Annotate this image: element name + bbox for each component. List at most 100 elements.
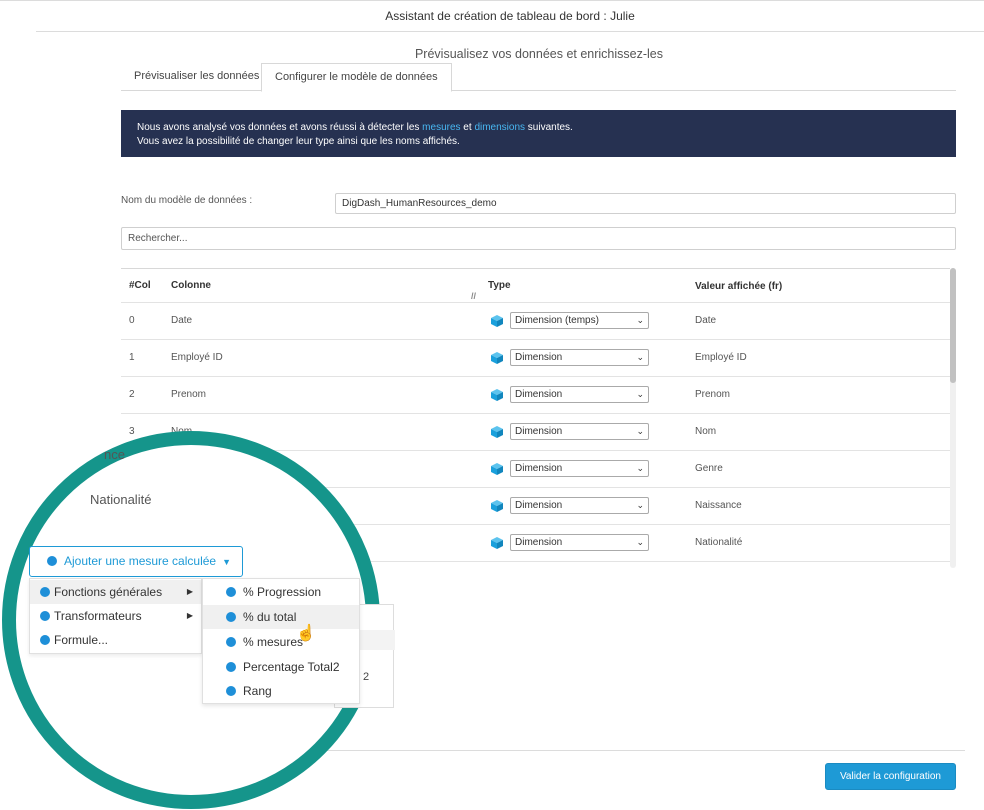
type-select[interactable]: Dimension ⌄ (510, 497, 649, 514)
menu-item-general-functions[interactable]: Fonctions générales ▶ (30, 580, 201, 604)
header-column: Colonne (171, 280, 211, 291)
menu-dot-icon (226, 587, 236, 597)
model-name-input[interactable]: DigDash_HumanResources_demo (335, 193, 956, 214)
header-col-index: #Col (129, 280, 151, 291)
cube-icon (491, 389, 503, 401)
row-col-index: 0 (129, 315, 135, 326)
chevron-down-icon: ⌄ (636, 426, 644, 436)
type-select-value: Dimension (temps) (515, 315, 599, 326)
menu-dot-icon (40, 587, 50, 597)
type-select-value: Dimension (515, 500, 563, 511)
type-select-value: Dimension (515, 352, 563, 363)
info-banner: Nous avons analysé vos données et avons … (121, 110, 956, 157)
submenu-item-label: % Progression (243, 585, 322, 599)
table-row: 1 Employé ID Dimension ⌄ Employé ID (121, 340, 950, 377)
scrollbar-thumb[interactable] (950, 268, 956, 383)
cube-icon (491, 426, 503, 438)
cube-icon (491, 500, 503, 512)
type-select[interactable]: Dimension ⌄ (510, 460, 649, 477)
submenu-item-rank[interactable]: Rang (203, 679, 359, 703)
submenu-item-label: Rang (243, 684, 272, 698)
cube-icon (491, 315, 503, 327)
submenu-arrow-icon: ▶ (186, 611, 193, 620)
type-select[interactable]: Dimension ⌄ (510, 386, 649, 403)
submenu-item-percentage-total2[interactable]: Percentage Total2 (203, 655, 359, 679)
banner-text: et (460, 122, 475, 133)
row-display-value[interactable]: Genre (695, 451, 723, 487)
panel-fragment-text: 2 (363, 671, 370, 683)
column-resize-handle[interactable]: // (471, 291, 476, 301)
menu-item-label: Fonctions générales (54, 585, 163, 599)
type-select[interactable]: Dimension ⌄ (510, 423, 649, 440)
menu-item-label: Formule... (54, 633, 109, 647)
header-display-value: Valeur affichée (fr) (695, 281, 783, 292)
measure-menu: Fonctions générales ▶ Transformateurs ▶ … (29, 578, 202, 654)
tab-configure-model[interactable]: Configurer le modèle de données (261, 63, 452, 92)
menu-dot-icon (40, 635, 50, 645)
measure-dot-icon (47, 556, 57, 566)
validate-configuration-button[interactable]: Valider la configuration (825, 763, 956, 790)
submenu-item-percent-of-total[interactable]: % du total (203, 605, 359, 629)
chevron-down-icon: ⌄ (636, 463, 644, 473)
banner-line-1: Nous avons analysé vos données et avons … (137, 121, 940, 135)
menu-dot-icon (226, 637, 236, 647)
chevron-down-icon: ⌄ (636, 389, 644, 399)
menu-dot-icon (226, 612, 236, 622)
table-row: 2 Prenom Dimension ⌄ Prenom (121, 377, 950, 414)
zoom-nationalite-text: Nationalité (90, 492, 152, 507)
type-select-value: Dimension (515, 537, 563, 548)
row-col-index: 2 (129, 389, 135, 400)
row-display-value[interactable]: Nom (695, 414, 716, 450)
add-calculated-measure-button[interactable]: Ajouter une mesure calculée ▼ (29, 546, 243, 577)
row-display-value[interactable]: Nationalité (695, 525, 742, 561)
submenu-item-label: % mesures (243, 635, 304, 649)
dimensions-link[interactable]: dimensions (474, 122, 525, 133)
menu-item-formula[interactable]: Formule... (30, 628, 201, 652)
type-select[interactable]: Dimension ⌄ (510, 349, 649, 366)
menu-dot-icon (40, 611, 50, 621)
menu-item-label: Transformateurs (54, 609, 142, 623)
search-input[interactable]: Rechercher... (121, 227, 956, 250)
zoom-fragment-text: nce (104, 447, 125, 462)
cube-icon (491, 352, 503, 364)
chevron-down-icon: ⌄ (636, 500, 644, 510)
submenu-item-percent-measures[interactable]: % mesures (203, 630, 359, 654)
table-row: 0 Date Dimension (temps) ⌄ Date (121, 303, 950, 340)
add-measure-label: Ajouter une mesure calculée (64, 554, 217, 568)
menu-dot-icon (226, 662, 236, 672)
hand-cursor-icon: ☝ (296, 625, 316, 642)
model-name-label: Nom du modèle de données : (121, 195, 253, 206)
table-header: #Col Colonne // Type Valeur affichée (fr… (121, 269, 950, 303)
row-column-name: Employé ID (171, 352, 223, 363)
row-display-value[interactable]: Date (695, 303, 716, 339)
row-column-name: Prenom (171, 389, 207, 400)
row-display-value[interactable]: Prenom (695, 377, 730, 413)
general-functions-submenu: % Progression % du total % mesures Perce… (202, 578, 360, 704)
banner-text: Nous avons analysé vos données et avons … (137, 122, 423, 133)
submenu-item-label: Percentage Total2 (243, 660, 340, 674)
type-select[interactable]: Dimension ⌄ (510, 534, 649, 551)
type-select[interactable]: Dimension (temps) ⌄ (510, 312, 649, 329)
measures-link[interactable]: mesures (422, 122, 460, 133)
chevron-down-icon: ⌄ (636, 315, 644, 325)
row-display-value[interactable]: Employé ID (695, 340, 747, 376)
chevron-down-icon: ⌄ (636, 352, 644, 362)
row-column-name: Date (171, 315, 193, 326)
menu-dot-icon (226, 686, 236, 696)
type-select-value: Dimension (515, 389, 563, 400)
cube-icon (491, 537, 503, 549)
row-display-value[interactable]: Naissance (695, 488, 742, 524)
tab-bar: Prévisualiser les données Configurer le … (121, 63, 956, 92)
submenu-item-label: % du total (243, 610, 297, 624)
chevron-down-icon: ⌄ (636, 537, 644, 547)
type-select-value: Dimension (515, 426, 563, 437)
tab-preview-data[interactable]: Prévisualiser les données (121, 63, 272, 91)
type-select-value: Dimension (515, 463, 563, 474)
menu-item-transformers[interactable]: Transformateurs ▶ (30, 604, 201, 628)
submenu-arrow-icon: ▶ (186, 587, 193, 596)
banner-text: suivantes. (525, 122, 573, 133)
table-scrollbar[interactable] (950, 268, 956, 568)
submenu-item-progression[interactable]: % Progression (203, 580, 359, 604)
page-subtitle: Prévisualisez vos données et enrichissez… (414, 47, 664, 61)
caret-down-icon: ▼ (222, 557, 232, 567)
